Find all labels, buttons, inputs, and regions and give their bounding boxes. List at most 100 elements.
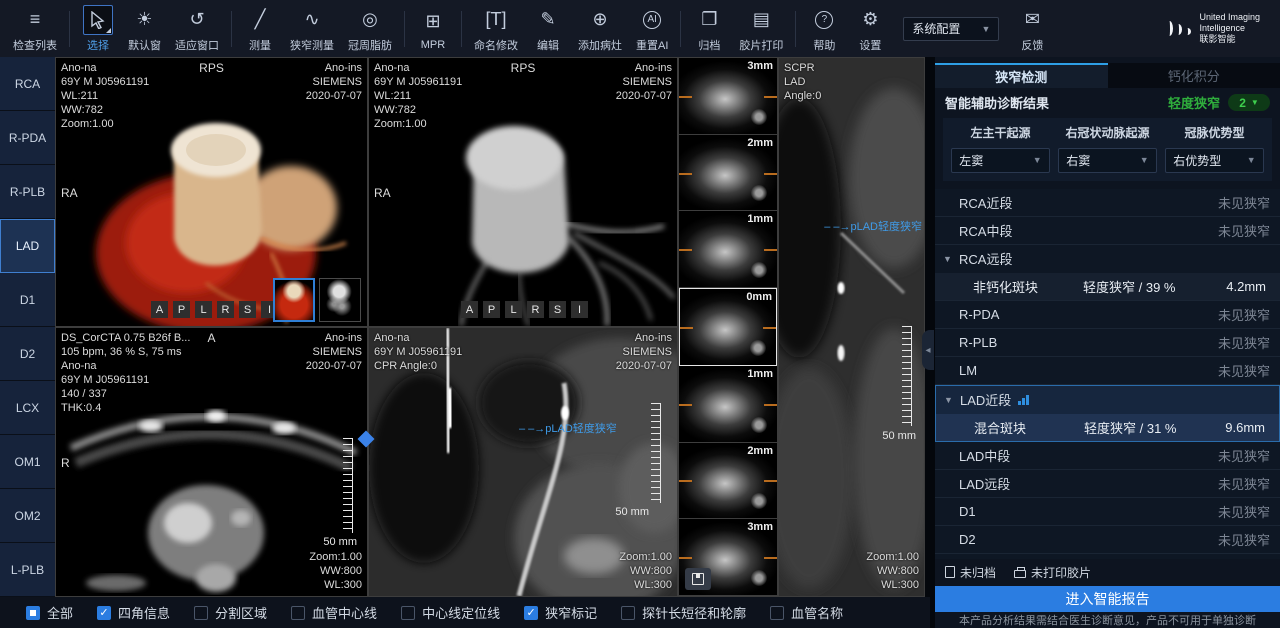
display-option-分割区域[interactable]: 分割区域 xyxy=(194,603,267,622)
thumbnail-vessel-tree-preset[interactable] xyxy=(319,278,361,322)
segment-row-RCA近段[interactable]: RCA近段未见狭窄 xyxy=(935,189,1280,217)
display-option-血管名称[interactable]: 血管名称 xyxy=(770,603,843,622)
sidebar-item-om2[interactable]: OM2 xyxy=(0,489,55,543)
lumen-slice-0[interactable]: 3mm xyxy=(679,58,777,135)
origin-dropdown[interactable]: 右窦▼ xyxy=(1058,148,1156,173)
segment-row-LAD中段[interactable]: LAD中段未见狭窄 xyxy=(935,442,1280,470)
sidebar-item-d1[interactable]: D1 xyxy=(0,273,55,327)
sidebar-item-lad[interactable]: LAD xyxy=(0,219,55,273)
sidebar-item-rca[interactable]: RCA xyxy=(0,57,55,111)
orientation-button-r[interactable]: R xyxy=(527,301,544,318)
toolbar-button-settings[interactable]: ⚙设置 xyxy=(847,0,893,57)
toolbar-button-fit-window[interactable]: ↺适应窗口 xyxy=(168,0,226,57)
segment-name: RCA中段 xyxy=(959,221,1012,240)
toolbar-button-help[interactable]: ?帮助 xyxy=(801,0,847,57)
checkbox[interactable]: ✓ xyxy=(97,606,111,620)
orientation-button-p[interactable]: P xyxy=(173,301,190,318)
panel-axial-ct[interactable]: DS_CorCTA 0.75 B26f B...105 bpm, 36 % S,… xyxy=(55,327,368,597)
scale-ruler xyxy=(651,403,661,503)
lumen-slice-3[interactable]: 0mm xyxy=(679,288,777,366)
panel-vr-vessels[interactable]: Ano-na69Y M J05961191WL:211WW:782Zoom:1.… xyxy=(368,57,678,327)
finding-row[interactable]: 非钙化斑块轻度狭窄 / 39 %4.2mm xyxy=(935,273,1280,300)
orientation-button-r[interactable]: R xyxy=(217,301,234,318)
checkbox[interactable] xyxy=(194,606,208,620)
sidebar-item-l-plb[interactable]: L-PLB xyxy=(0,543,55,597)
orientation-button-i[interactable]: I xyxy=(571,301,588,318)
toolbar-button-feedback[interactable]: ✉反馈 xyxy=(1009,0,1055,57)
toolbar-button-rename[interactable]: [T]命名修改 xyxy=(467,0,525,57)
overlay-line: 2020-07-07 xyxy=(306,359,362,373)
display-option-血管中心线[interactable]: 血管中心线 xyxy=(291,603,377,622)
checkbox[interactable]: ✓ xyxy=(524,606,538,620)
segment-row-R-PLB[interactable]: R-PLB未见狭窄 xyxy=(935,329,1280,357)
severity-count-badge[interactable]: 2 ▼ xyxy=(1228,94,1270,111)
lumen-slice-5[interactable]: 2mm xyxy=(679,443,777,520)
sidebar-item-lcx[interactable]: LCX xyxy=(0,381,55,435)
thumbnail-heart-preset[interactable] xyxy=(273,278,315,322)
sidebar-item-d2[interactable]: D2 xyxy=(0,327,55,381)
toolbar-button-add-lesion[interactable]: ⊕添加病灶 xyxy=(571,0,629,57)
segment-row-LCX近段[interactable]: LCX近段 xyxy=(935,554,1280,560)
origin-setting-1: 右冠状动脉起源右窦▼ xyxy=(1054,124,1161,173)
segment-row-LAD近段[interactable]: ▼LAD近段 xyxy=(936,386,1279,414)
toolbar-button-stenosis-measure[interactable]: ∿狭窄测量 xyxy=(283,0,341,57)
toolbar-button-reset-ai[interactable]: AI重置AI xyxy=(629,0,675,57)
segment-row-R-PDA[interactable]: R-PDA未见狭窄 xyxy=(935,301,1280,329)
finding-row[interactable]: 混合斑块轻度狭窄 / 31 %9.6mm xyxy=(936,414,1279,441)
origin-dropdown[interactable]: 左窦▼ xyxy=(951,148,1049,173)
image-viewer: Ano-na69Y M J05961191WL:211WW:782Zoom:1.… xyxy=(55,57,925,597)
orientation-button-p[interactable]: P xyxy=(483,301,500,318)
toolbar-button-edit[interactable]: ✎编辑 xyxy=(525,0,571,57)
toolbar-button-default-window[interactable]: ☀默认窗 xyxy=(121,0,168,57)
system-config-select[interactable]: 系统配置▼ xyxy=(903,17,999,41)
orientation-button-a[interactable]: A xyxy=(461,301,478,318)
checkbox[interactable] xyxy=(291,606,305,620)
tab-calcium-score[interactable]: 钙化积分 xyxy=(1108,63,1280,88)
segment-row-RCA远段[interactable]: ▼RCA远段 xyxy=(935,245,1280,273)
origin-dropdown[interactable]: 右优势型▼ xyxy=(1165,148,1263,173)
toolbar-button-mpr[interactable]: ⊞MPR xyxy=(410,0,456,57)
enter-report-button[interactable]: 进入智能报告 xyxy=(935,586,1280,612)
lumen-slice-4[interactable]: 1mm xyxy=(679,366,777,443)
toolbar-button-film-print[interactable]: ▤胶片打印 xyxy=(732,0,790,57)
save-snapshot-button[interactable] xyxy=(685,568,711,590)
sidebar-item-r-pda[interactable]: R-PDA xyxy=(0,111,55,165)
panel-collapse-handle[interactable]: ◂ xyxy=(922,330,934,370)
segment-row-LM[interactable]: LM未见狭窄 xyxy=(935,357,1280,385)
sidebar-item-om1[interactable]: OM1 xyxy=(0,435,55,489)
centerline-tick-left xyxy=(679,404,692,406)
toolbar-button-exam-list[interactable]: ≡检查列表 xyxy=(6,0,64,57)
display-option-狭窄标记[interactable]: ✓狭窄标记 xyxy=(524,603,597,622)
checkbox[interactable] xyxy=(770,606,784,620)
checkbox[interactable] xyxy=(621,606,635,620)
toolbar-button-pericoronary-fat[interactable]: ◎冠周脂肪 xyxy=(341,0,399,57)
segment-row-RCA中段[interactable]: RCA中段未见狭窄 xyxy=(935,217,1280,245)
segment-row-D2[interactable]: D2未见狭窄 xyxy=(935,526,1280,554)
checkbox-label: 血管中心线 xyxy=(312,603,377,622)
orientation-button-l[interactable]: L xyxy=(195,301,212,318)
display-option-探针长短径和轮廓[interactable]: 探针长短径和轮廓 xyxy=(621,603,746,622)
toolbar-button-select[interactable]: 选择 xyxy=(75,0,121,57)
checkbox[interactable] xyxy=(26,606,40,620)
lumen-slice-2[interactable]: 1mm xyxy=(679,211,777,288)
toolbar-button-archive[interactable]: ❐归档 xyxy=(686,0,732,57)
tab-stenosis-detection[interactable]: 狭窄检测 xyxy=(935,63,1108,88)
segment-row-LAD远段[interactable]: LAD远段未见狭窄 xyxy=(935,470,1280,498)
overlay-line: WW:800 xyxy=(309,564,362,578)
lumen-slice-1[interactable]: 2mm xyxy=(679,135,777,212)
orientation-button-s[interactable]: S xyxy=(239,301,256,318)
segment-row-D1[interactable]: D1未见狭窄 xyxy=(935,498,1280,526)
panel-vr-heart[interactable]: Ano-na69Y M J05961191WL:211WW:782Zoom:1.… xyxy=(55,57,368,327)
toolbar-button-measure[interactable]: ╱测量 xyxy=(237,0,283,57)
sidebar-item-r-plb[interactable]: R-PLB xyxy=(0,165,55,219)
scale-ruler xyxy=(343,438,353,533)
display-option-中心线定位线[interactable]: 中心线定位线 xyxy=(401,603,500,622)
checkbox[interactable] xyxy=(401,606,415,620)
panel-straightened-cpr[interactable]: SCPRLADAngle:0 – –→pLAD轻度狭窄 50 mm Zoom:1… xyxy=(778,57,925,597)
display-option-全部[interactable]: 全部 xyxy=(26,603,73,622)
orientation-button-l[interactable]: L xyxy=(505,301,522,318)
panel-cpr[interactable]: Ano-na69Y M J05961191CPR Angle:0 Ano-ins… xyxy=(368,327,678,597)
display-option-四角信息[interactable]: ✓四角信息 xyxy=(97,603,170,622)
orientation-button-a[interactable]: A xyxy=(151,301,168,318)
orientation-button-s[interactable]: S xyxy=(549,301,566,318)
